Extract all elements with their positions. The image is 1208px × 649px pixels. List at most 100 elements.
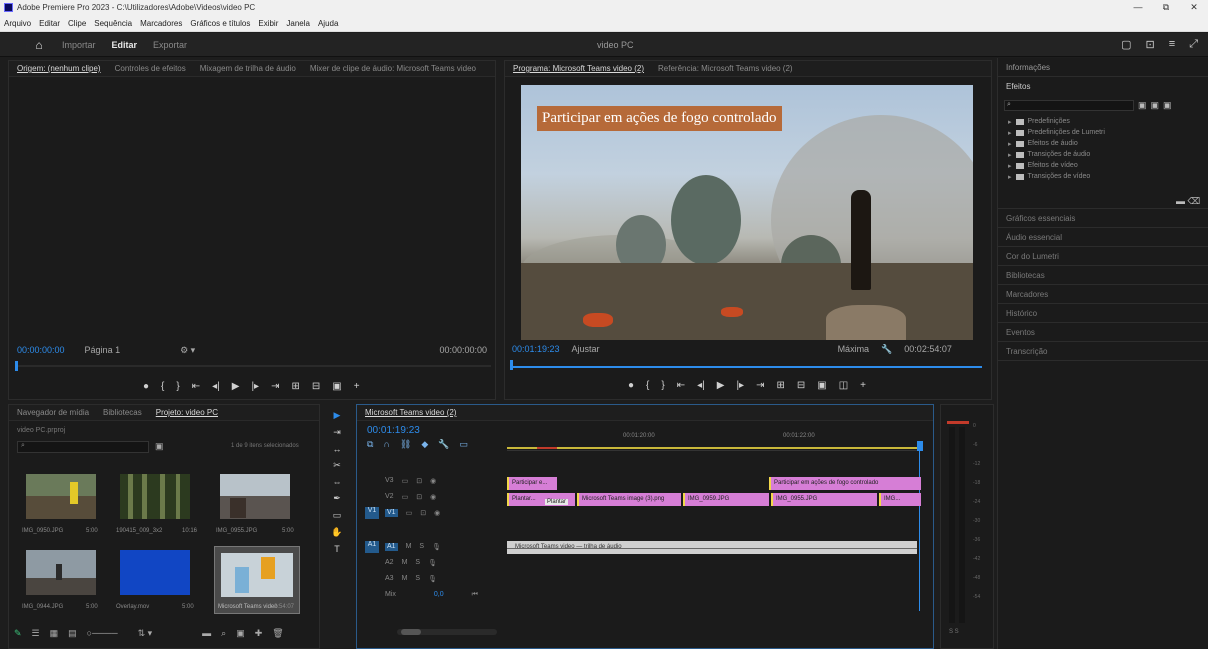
thumbnail-img-0955[interactable] bbox=[220, 474, 290, 519]
ripple-edit-icon[interactable]: ↔ bbox=[333, 444, 342, 454]
go-to-out-icon[interactable]: ⇥ bbox=[271, 381, 279, 392]
workspaces-icon[interactable]: ▢ bbox=[1121, 38, 1131, 51]
thumbnail-forest-clip[interactable] bbox=[120, 474, 190, 519]
tab-audio-track-mixer[interactable]: Mixagem de trilha de áudio bbox=[200, 64, 296, 73]
tab-media-browser[interactable]: Navegador de mídia bbox=[17, 408, 89, 417]
new-bin-icon[interactable]: ▬ ⌫ bbox=[1176, 196, 1200, 207]
button-editor-icon[interactable]: + bbox=[860, 380, 866, 391]
folder-video-effects[interactable]: ▸ Efeitos de vídeo bbox=[998, 160, 1208, 171]
overwrite-icon[interactable]: ⊟ bbox=[312, 381, 320, 392]
workspace-tab-exportar[interactable]: Exportar bbox=[153, 40, 187, 50]
panel-transcript[interactable]: Transcrição bbox=[998, 342, 1208, 361]
fit-dropdown[interactable]: Ajustar bbox=[572, 344, 600, 354]
work-area-bar[interactable] bbox=[507, 447, 917, 449]
new-item-icon[interactable]: ✚ bbox=[255, 628, 263, 639]
32bit-effects-icon[interactable]: ▣ bbox=[1151, 100, 1160, 111]
hand-icon[interactable]: ✋ bbox=[331, 527, 342, 538]
timeline-clip[interactable]: IMG... bbox=[879, 493, 921, 506]
folder-audio-effects[interactable]: ▸ Efeitos de áudio bbox=[998, 138, 1208, 149]
zoom-slider[interactable]: ○──── bbox=[87, 628, 118, 639]
source-patch-a1[interactable]: A1 bbox=[365, 541, 379, 553]
step-forward-icon[interactable]: |▸ bbox=[736, 380, 744, 391]
wrench-icon[interactable]: 🔧 bbox=[881, 344, 892, 355]
folder-audio-transitions[interactable]: ▸ Transições de áudio bbox=[998, 149, 1208, 160]
quick-export-icon[interactable]: ⊡ bbox=[1146, 38, 1155, 51]
clear-icon[interactable]: 🗑 bbox=[272, 628, 283, 639]
timeline-clip[interactable]: Microsoft Teams image (3).png bbox=[577, 493, 681, 506]
thumbnail-img-0944[interactable] bbox=[26, 550, 96, 595]
menu-clipe[interactable]: Clipe bbox=[68, 19, 86, 28]
menu-ajuda[interactable]: Ajuda bbox=[318, 19, 338, 28]
panel-essential-graphics[interactable]: Gráficos essenciais bbox=[998, 209, 1208, 228]
workspace-tab-importar[interactable]: Importar bbox=[62, 40, 96, 50]
panel-essential-sound[interactable]: Áudio essencial bbox=[998, 228, 1208, 247]
step-back-icon[interactable]: ◂| bbox=[212, 381, 220, 392]
menu-sequencia[interactable]: Sequência bbox=[94, 19, 132, 28]
close-button[interactable]: ✕ bbox=[1180, 0, 1208, 15]
comparison-view-icon[interactable]: ◫ bbox=[839, 380, 848, 391]
solo-buttons[interactable]: S S bbox=[949, 629, 959, 635]
source-scrubber[interactable] bbox=[15, 365, 491, 367]
go-to-in-icon[interactable]: ⇤ bbox=[192, 381, 200, 392]
timeline-clip[interactable]: Participar em ações de fogo controlado bbox=[769, 477, 921, 490]
timeline-clip[interactable]: IMG_0955.JPG bbox=[771, 493, 877, 506]
time-ruler[interactable]: 00:01:20:00 00:01:22:00 bbox=[507, 429, 917, 451]
minimize-button[interactable]: — bbox=[1124, 0, 1152, 15]
track-v3[interactable]: V3 ▭ ⊡ ◉ bbox=[385, 477, 436, 485]
panel-libraries[interactable]: Bibliotecas bbox=[998, 266, 1208, 285]
accelerated-effects-icon[interactable]: ▣ bbox=[1138, 100, 1147, 111]
panel-events[interactable]: Eventos bbox=[998, 323, 1208, 342]
tab-effect-controls[interactable]: Controles de efeitos bbox=[115, 64, 186, 73]
add-marker-icon[interactable]: ● bbox=[628, 380, 634, 391]
settings-icon[interactable]: 🔧 bbox=[438, 439, 449, 450]
timeline-tab[interactable]: Microsoft Teams video (2) bbox=[365, 408, 456, 417]
menu-janela[interactable]: Janela bbox=[286, 19, 310, 28]
mark-out-icon[interactable]: } bbox=[661, 380, 664, 391]
lift-icon[interactable]: ⊞ bbox=[776, 380, 784, 391]
quality-dropdown[interactable]: Máxima bbox=[838, 344, 870, 354]
go-to-out-icon[interactable]: ⇥ bbox=[756, 380, 764, 391]
folder-video-transitions[interactable]: ▸ Transições de vídeo bbox=[998, 171, 1208, 182]
tab-program[interactable]: Programa: Microsoft Teams video (2) bbox=[513, 64, 644, 73]
snap-icon[interactable]: ∩ bbox=[383, 439, 389, 450]
source-settings-icon[interactable]: ⚙ ▾ bbox=[180, 345, 195, 356]
source-patch-v1[interactable]: V1 bbox=[365, 507, 379, 519]
thumbnail-img-0950[interactable] bbox=[26, 474, 96, 519]
yuv-effects-icon[interactable]: ▣ bbox=[1163, 100, 1172, 111]
pencil-icon[interactable]: ✎ bbox=[14, 628, 22, 639]
icon-view-icon[interactable]: ▦ bbox=[50, 628, 59, 639]
tab-source[interactable]: Origem: (nenhum clipe) bbox=[17, 64, 101, 73]
program-playhead[interactable] bbox=[510, 360, 513, 370]
pen-icon[interactable]: ✒ bbox=[333, 493, 341, 504]
tab-libraries[interactable]: Bibliotecas bbox=[103, 408, 142, 417]
marker-icon[interactable]: ◆ bbox=[421, 439, 428, 450]
track-v2[interactable]: V2 ▭ ⊡ ◉ bbox=[385, 493, 436, 501]
menu-editar[interactable]: Editar bbox=[39, 19, 60, 28]
tab-reference[interactable]: Referência: Microsoft Teams video (2) bbox=[658, 64, 793, 73]
panel-markers[interactable]: Marcadores bbox=[998, 285, 1208, 304]
info-header[interactable]: Informações bbox=[998, 58, 1208, 77]
folder-presets[interactable]: ▸ Predefinições bbox=[998, 116, 1208, 127]
fullscreen-icon[interactable]: ⤢ bbox=[1189, 38, 1198, 51]
source-playhead[interactable] bbox=[15, 361, 18, 371]
panel-lumetri-color[interactable]: Cor do Lumetri bbox=[998, 247, 1208, 266]
add-marker-icon[interactable]: ● bbox=[143, 381, 149, 392]
step-back-icon[interactable]: ◂| bbox=[697, 380, 705, 391]
selection-tool-icon[interactable]: ▶ bbox=[334, 410, 341, 421]
mark-in-icon[interactable]: { bbox=[161, 381, 164, 392]
play-icon[interactable]: ▶ bbox=[232, 381, 240, 392]
track-a3[interactable]: A3 M S 🎙 bbox=[385, 575, 437, 583]
button-editor-icon[interactable]: + bbox=[354, 381, 360, 392]
track-select-icon[interactable]: ⇥ bbox=[333, 427, 341, 438]
export-frame-icon[interactable]: ▣ bbox=[817, 380, 826, 391]
source-page-label[interactable]: Página 1 bbox=[85, 345, 121, 355]
track-v1[interactable]: V1 ▭ ⊡ ◉ bbox=[385, 509, 440, 517]
track-a2[interactable]: A2 M S 🎙 bbox=[385, 559, 437, 567]
program-timecode[interactable]: 00:01:19:23 bbox=[512, 344, 560, 354]
sort-icon[interactable]: ⇅ ▾ bbox=[138, 628, 153, 639]
insert-icon[interactable]: ⊞ bbox=[291, 381, 299, 392]
menu-exibir[interactable]: Exibir bbox=[258, 19, 278, 28]
project-search-input[interactable]: ⌕ bbox=[17, 441, 149, 453]
mark-out-icon[interactable]: } bbox=[176, 381, 179, 392]
thumbnail-overlay[interactable] bbox=[120, 550, 190, 595]
